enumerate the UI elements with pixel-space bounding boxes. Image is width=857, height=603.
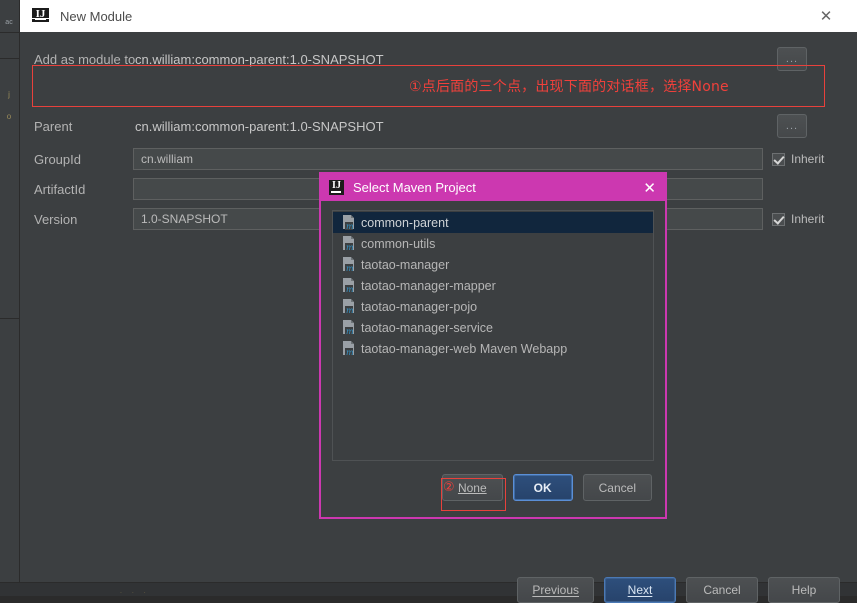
parent-value: cn.william:common-parent:1.0-SNAPSHOT	[135, 119, 384, 134]
cancel-button[interactable]: Cancel	[583, 474, 652, 501]
maven-module-icon: m	[342, 320, 355, 335]
parent-browse-button[interactable]: ...	[777, 114, 807, 138]
svg-text:m: m	[346, 285, 354, 293]
ok-button[interactable]: OK	[513, 474, 573, 501]
intellij-logo-icon: IJ	[32, 8, 49, 25]
row-add-as-module: Add as module to cn.william:common-paren…	[20, 41, 857, 77]
row-groupid: GroupId cn.william Inherit	[20, 144, 857, 174]
add-as-module-browse-button[interactable]: ...	[777, 47, 807, 71]
maven-project-item[interactable]: m taotao-manager-pojo	[333, 296, 653, 317]
maven-module-icon: m	[342, 341, 355, 356]
maven-project-label: taotao-manager-web Maven Webapp	[361, 342, 567, 356]
maven-module-icon: m	[342, 215, 355, 230]
close-icon[interactable]: ✕	[643, 174, 656, 201]
next-button-label: Next	[628, 583, 653, 597]
row-parent: Parent cn.william:common-parent:1.0-SNAP…	[20, 111, 857, 141]
window-titlebar: IJ New Module ✕	[20, 0, 857, 32]
version-inherit-checkbox[interactable]: Inherit	[772, 212, 824, 226]
previous-button[interactable]: Previous	[517, 577, 594, 603]
previous-button-label: Previous	[532, 583, 579, 597]
maven-module-icon: m	[342, 278, 355, 293]
maven-project-label: taotao-manager-pojo	[361, 300, 477, 314]
maven-project-item[interactable]: m taotao-manager-web Maven Webapp	[333, 338, 653, 359]
next-button[interactable]: Next	[604, 577, 676, 603]
ide-tool-chip-o: o	[2, 110, 16, 123]
window-title: New Module	[60, 9, 132, 24]
maven-project-label: taotao-manager-mapper	[361, 279, 496, 293]
ide-tool-chip-project: ac	[2, 16, 16, 29]
svg-text:m: m	[346, 243, 354, 251]
add-as-module-label: Add as module to	[34, 52, 135, 67]
maven-project-item[interactable]: m common-utils	[333, 233, 653, 254]
svg-text:m: m	[346, 327, 354, 335]
maven-project-label: taotao-manager-service	[361, 321, 493, 335]
svg-text:m: m	[346, 348, 354, 356]
ide-tool-chip-j: j	[2, 88, 16, 101]
add-as-module-value: cn.william:common-parent:1.0-SNAPSHOT	[135, 52, 384, 67]
maven-project-label: common-utils	[361, 237, 435, 251]
svg-text:m: m	[346, 264, 354, 272]
version-label: Version	[34, 212, 77, 227]
annotation-step2-marker: ②	[443, 480, 455, 495]
maven-module-icon: m	[342, 257, 355, 272]
maven-project-item[interactable]: m taotao-manager	[333, 254, 653, 275]
checkbox-icon	[772, 153, 785, 166]
maven-project-item[interactable]: m taotao-manager-mapper	[333, 275, 653, 296]
maven-project-item[interactable]: m taotao-manager-service	[333, 317, 653, 338]
groupid-input[interactable]: cn.william	[133, 148, 763, 170]
maven-module-icon: m	[342, 299, 355, 314]
svg-text:m: m	[346, 306, 354, 314]
select-maven-project-dialog: IJ Select Maven Project ✕ m common-parent…	[319, 172, 667, 519]
version-inherit-label: Inherit	[791, 212, 824, 226]
groupid-inherit-checkbox[interactable]: Inherit	[772, 152, 824, 166]
maven-dialog-title: Select Maven Project	[353, 180, 476, 195]
groupid-inherit-label: Inherit	[791, 152, 824, 166]
parent-label: Parent	[34, 119, 72, 134]
wizard-button-bar: Previous Next Cancel Help	[20, 577, 857, 603]
none-button-label: None	[458, 481, 487, 495]
annotation-step1-text: ①点后面的三个点，出现下面的对话框，选择None	[409, 76, 729, 96]
maven-dialog-titlebar: IJ Select Maven Project ✕	[321, 174, 665, 201]
help-button[interactable]: Help	[768, 577, 840, 603]
cancel-button[interactable]: Cancel	[686, 577, 758, 603]
maven-project-label: taotao-manager	[361, 258, 449, 272]
maven-dialog-button-bar: None OK Cancel	[321, 474, 665, 501]
artifactid-label: ArtifactId	[34, 182, 85, 197]
ide-left-toolbar-strip: ac j o	[0, 0, 20, 596]
maven-project-label: common-parent	[361, 216, 449, 230]
maven-module-icon: m	[342, 236, 355, 251]
maven-project-item[interactable]: m common-parent	[333, 212, 653, 233]
groupid-label: GroupId	[34, 152, 81, 167]
intellij-logo-icon: IJ	[329, 180, 344, 195]
close-icon[interactable]: ✕	[803, 0, 849, 32]
checkbox-icon	[772, 213, 785, 226]
maven-project-list[interactable]: m common-parent m common-utils m taotao-manag…	[332, 210, 654, 461]
svg-text:m: m	[346, 222, 354, 230]
